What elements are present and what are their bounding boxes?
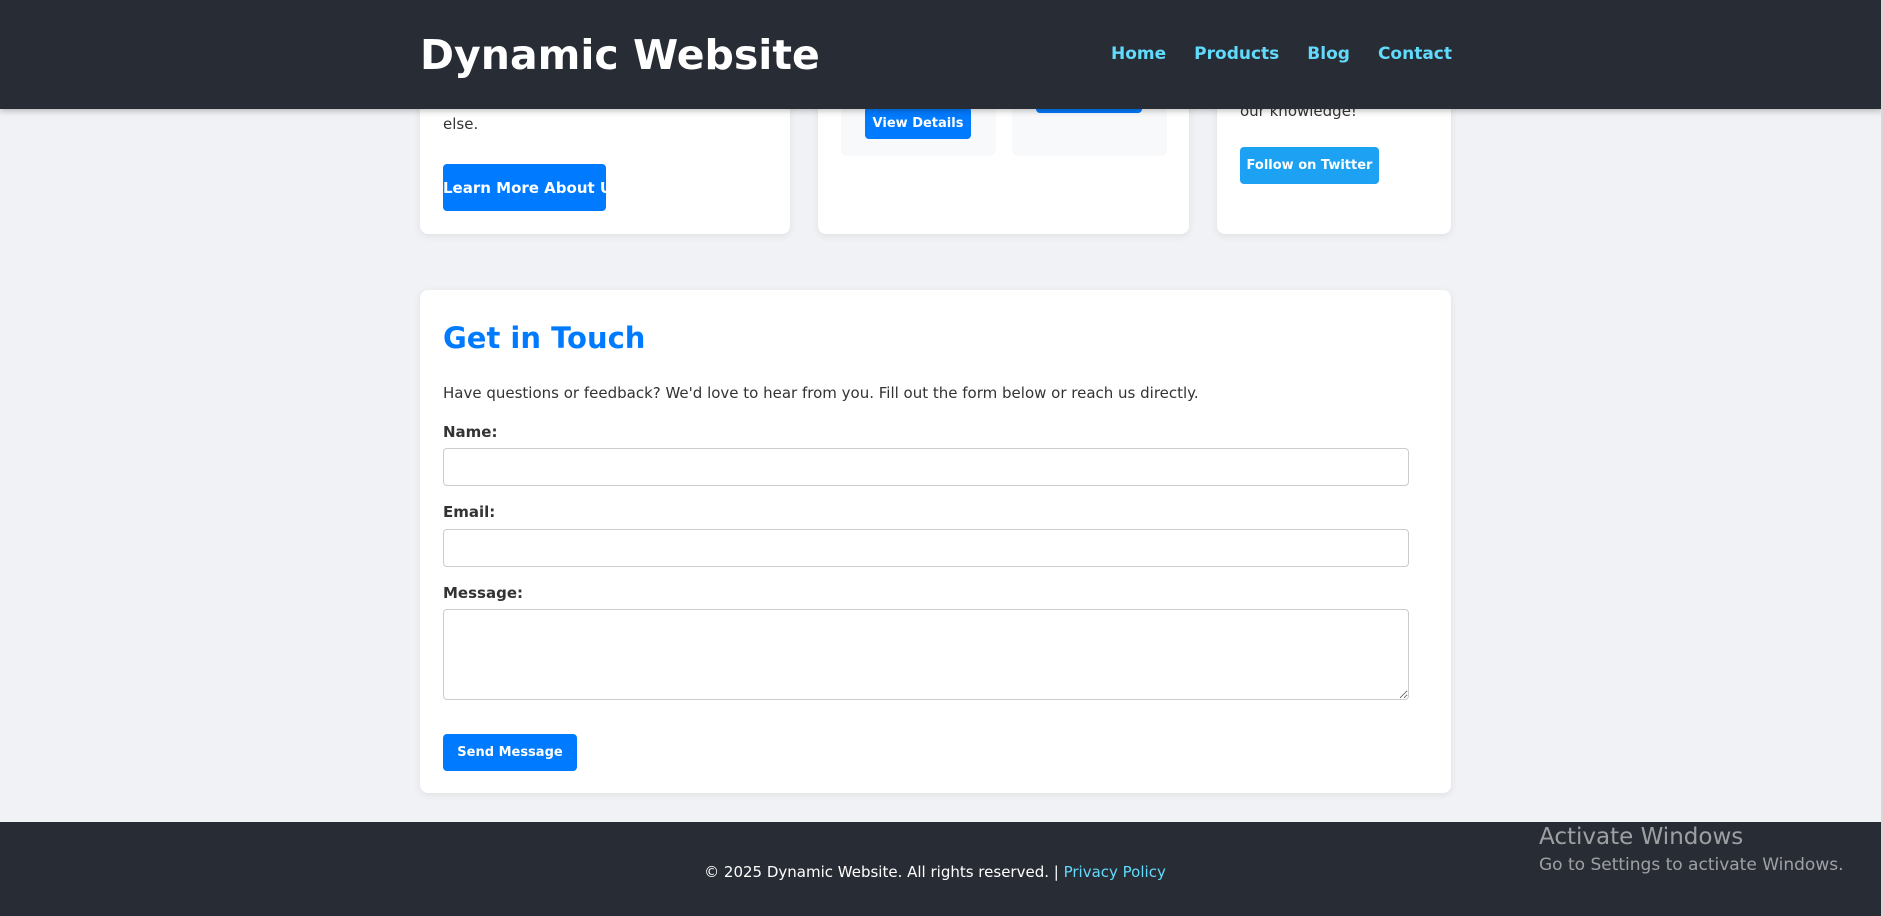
email-label: Email: [443, 503, 496, 521]
name-input[interactable] [443, 448, 1409, 486]
view-details-button[interactable]: View Details [865, 107, 971, 139]
contact-title: Get in Touch [443, 321, 646, 355]
message-textarea[interactable] [443, 609, 1409, 700]
contact-section: Get in Touch Have questions or feedback?… [420, 290, 1451, 793]
nav-products-link[interactable]: Products [1194, 42, 1279, 66]
site-header: Dynamic Website Home Products Blog Conta… [0, 0, 1883, 109]
main-nav: Home Products Blog Contact [1111, 42, 1452, 66]
nav-home-link[interactable]: Home [1111, 42, 1166, 66]
follow-twitter-button[interactable]: Follow on Twitter [1240, 147, 1379, 184]
message-label: Message: [443, 584, 523, 602]
about-text: else. [443, 115, 479, 133]
learn-more-button[interactable]: Learn More About Us [443, 164, 621, 211]
site-title: Dynamic Website [420, 31, 820, 79]
nav-contact-link[interactable]: Contact [1378, 42, 1452, 66]
nav-blog-link[interactable]: Blog [1307, 42, 1350, 66]
email-input[interactable] [443, 529, 1409, 567]
site-footer: © 2025 Dynamic Website. All rights reser… [0, 822, 1883, 916]
privacy-policy-link[interactable]: Privacy Policy [1064, 863, 1166, 881]
name-label: Name: [443, 423, 498, 441]
copyright-text: © 2025 Dynamic Website. All rights reser… [704, 863, 1059, 881]
footer-text: © 2025 Dynamic Website. All rights reser… [0, 862, 1870, 882]
contact-intro: Have questions or feedback? We'd love to… [443, 384, 1199, 402]
send-message-button[interactable]: Send Message [443, 734, 577, 771]
